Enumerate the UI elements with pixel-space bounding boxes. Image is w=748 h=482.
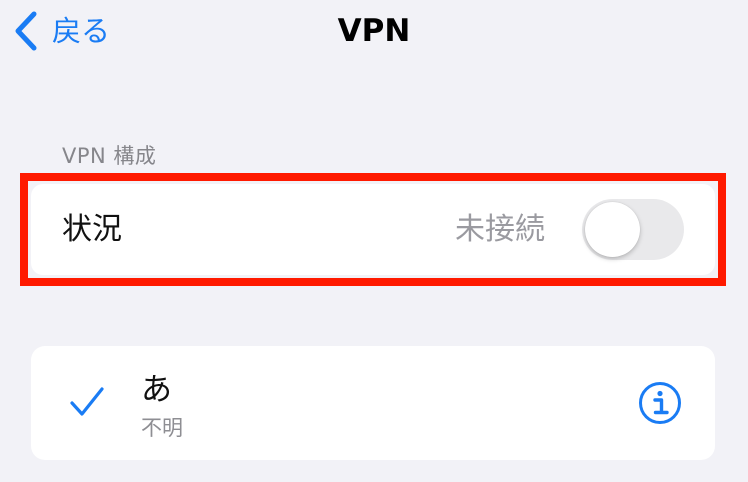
info-circle-icon (638, 381, 682, 425)
status-label: 状況 (62, 212, 122, 247)
vpn-config-name: あ (141, 372, 172, 408)
checkmark-icon (69, 386, 105, 422)
toggle-knob (585, 202, 640, 257)
vpn-config-row[interactable]: あ 不明 (31, 346, 715, 460)
status-value: 未接続 (455, 212, 545, 247)
page-title: VPN (337, 13, 411, 49)
vpn-connect-toggle[interactable] (582, 199, 684, 260)
status-row: 状況 未接続 (31, 184, 715, 275)
info-button[interactable] (638, 381, 682, 425)
vpn-config-status: 不明 (141, 416, 183, 440)
section-header-vpn-config: VPN 構成 (62, 144, 157, 168)
